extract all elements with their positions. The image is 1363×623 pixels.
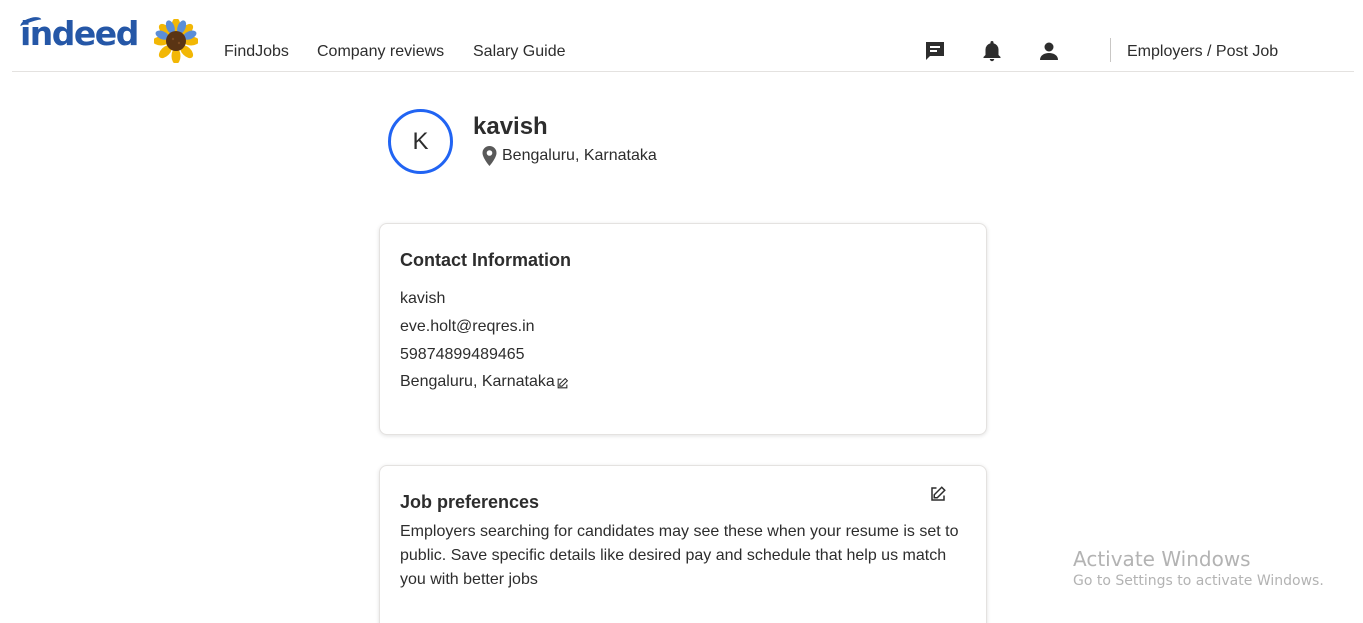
contact-information-card: Contact Information kavish eve.holt@reqr… xyxy=(379,223,987,435)
contact-phone: 59874899489465 xyxy=(400,346,525,363)
header-divider xyxy=(1110,38,1111,62)
job-preferences-description: Employers searching for candidates may s… xyxy=(400,523,959,588)
profile-location: Bengaluru, Karnataka xyxy=(502,147,657,164)
profile-name: kavish xyxy=(473,113,548,140)
avatar-initial: K xyxy=(412,127,429,155)
person-icon[interactable] xyxy=(1037,39,1061,63)
nav-company-reviews[interactable]: Company reviews xyxy=(317,42,444,62)
employers-post-job-link[interactable]: Employers / Post Job xyxy=(1127,42,1278,62)
job-preferences-card: Job preferences Employers searching for … xyxy=(379,465,987,623)
job-preferences-title: Job preferences xyxy=(400,492,540,512)
edit-job-preferences-icon[interactable] xyxy=(929,485,947,503)
contact-location: Bengaluru, Karnataka xyxy=(400,373,555,390)
edit-contact-icon[interactable] xyxy=(556,377,569,390)
activate-windows-subtitle: Go to Settings to activate Windows. xyxy=(1073,573,1324,589)
avatar: K xyxy=(388,109,453,174)
nav-salary-guide[interactable]: Salary Guide xyxy=(473,42,566,62)
contact-name: kavish xyxy=(400,290,446,307)
indeed-logo[interactable]: indeed xyxy=(20,14,139,54)
bell-icon[interactable] xyxy=(980,39,1004,63)
contact-card-title: Contact Information xyxy=(400,250,571,270)
activate-windows-title: Activate Windows xyxy=(1073,547,1251,571)
nav-find-jobs[interactable]: FindJobs xyxy=(224,42,289,62)
sunflower-logo-icon xyxy=(154,19,198,63)
message-icon[interactable] xyxy=(923,39,947,63)
contact-email: eve.holt@reqres.in xyxy=(400,318,535,335)
page: indeed FindJobs Company reviews Salary G… xyxy=(0,0,1363,623)
top-header: indeed FindJobs Company reviews Salary G… xyxy=(12,0,1354,72)
location-pin-icon xyxy=(482,146,497,166)
